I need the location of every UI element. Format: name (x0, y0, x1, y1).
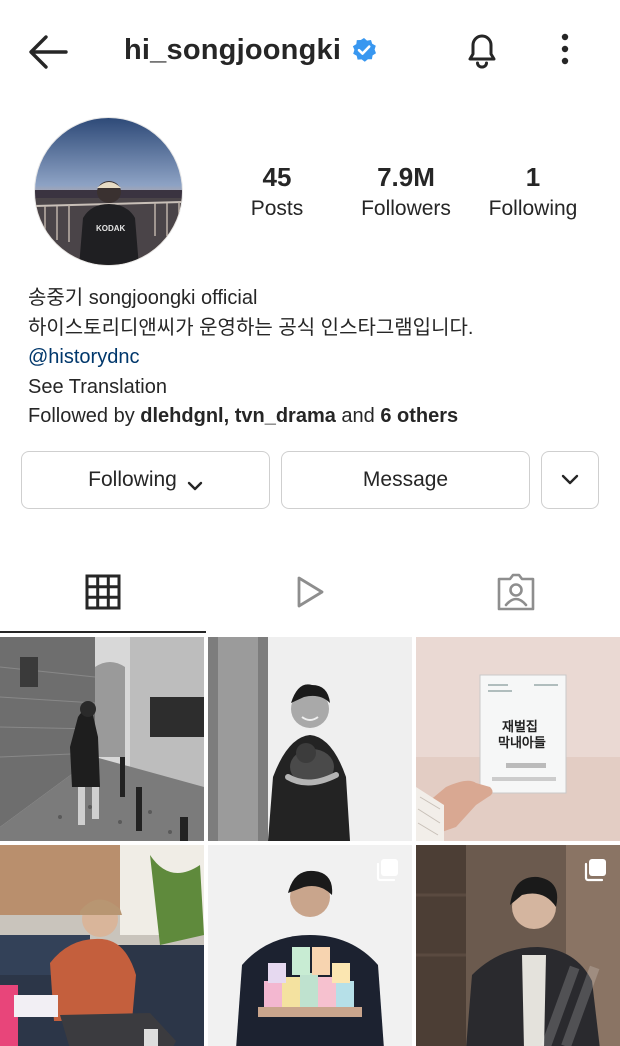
bio-description: 하이스토리디앤씨가 운영하는 공식 인스타그램입니다. (28, 316, 474, 339)
bio-name: 송중기 songjoongki official (28, 287, 258, 309)
reels-play-icon (291, 574, 327, 615)
post-thumbnail-1[interactable] (0, 637, 204, 841)
suggested-accounts-button[interactable] (541, 451, 599, 509)
followed-by-users: dlehdgnl, tvn_drama (140, 405, 336, 427)
following-button[interactable]: Following (21, 451, 270, 509)
verified-badge-icon (351, 37, 377, 63)
post-thumbnail-5[interactable] (208, 845, 412, 1046)
post-thumbnail-6[interactable] (416, 845, 620, 1046)
grid-icon (85, 574, 121, 615)
following-count-stat[interactable]: 1 Following (480, 160, 586, 224)
top-bar: hi_songjoongki (0, 0, 620, 100)
profile-username-header: hi_songjoongki (124, 30, 377, 70)
message-button[interactable]: Message (281, 451, 530, 509)
tab-tagged[interactable] (412, 555, 620, 633)
tab-reels[interactable] (206, 555, 412, 633)
back-arrow-icon[interactable] (26, 32, 70, 72)
following-label: Following (488, 197, 578, 220)
post-thumbnail-3[interactable]: 재벌집 막내아들 (416, 637, 620, 841)
post-thumbnail-4[interactable] (0, 845, 204, 1046)
bell-icon[interactable] (462, 28, 502, 70)
posts-count-stat[interactable]: 45 Posts (232, 160, 322, 224)
followers-count-stat[interactable]: 7.9M Followers (350, 160, 462, 224)
posts-count: 45 (262, 162, 292, 192)
chevron-down-icon (560, 468, 580, 492)
svg-text:재벌집: 재벌집 (502, 720, 538, 735)
profile-tabs (0, 555, 620, 633)
see-translation-link[interactable]: See Translation (28, 373, 608, 403)
username: hi_songjoongki (124, 33, 342, 66)
followed-by-prefix: Followed by (28, 405, 141, 427)
followers-count: 7.9M (377, 162, 435, 192)
followed-by-text[interactable]: Followed by dlehdgnl, tvn_drama and 6 ot… (28, 402, 608, 432)
following-button-label: Following (88, 468, 177, 491)
profile-bio: 송중기 songjoongki official 하이스토리디앤씨가 운영하는 … (28, 284, 608, 432)
followers-label: Followers (361, 197, 451, 220)
tab-posts-grid[interactable] (0, 555, 206, 633)
more-vertical-icon[interactable] (550, 28, 580, 70)
bio-mention-link[interactable]: @historydnc (28, 343, 608, 373)
svg-text:KODAK: KODAK (96, 224, 126, 233)
tagged-user-icon (496, 573, 536, 616)
multiple-photos-icon (582, 857, 608, 883)
posts-label: Posts (250, 197, 304, 220)
multiple-photos-icon (374, 857, 400, 883)
profile-avatar[interactable]: KODAK (34, 117, 183, 266)
post-thumbnail-2[interactable] (208, 637, 412, 841)
chevron-down-icon (187, 474, 203, 491)
following-count: 1 (525, 162, 541, 192)
followed-by-and: and (335, 405, 381, 427)
svg-text:막내아들: 막내아들 (498, 735, 546, 751)
followed-by-others: 6 others (380, 405, 459, 427)
message-button-label: Message (362, 468, 449, 491)
active-tab-indicator (0, 631, 206, 633)
